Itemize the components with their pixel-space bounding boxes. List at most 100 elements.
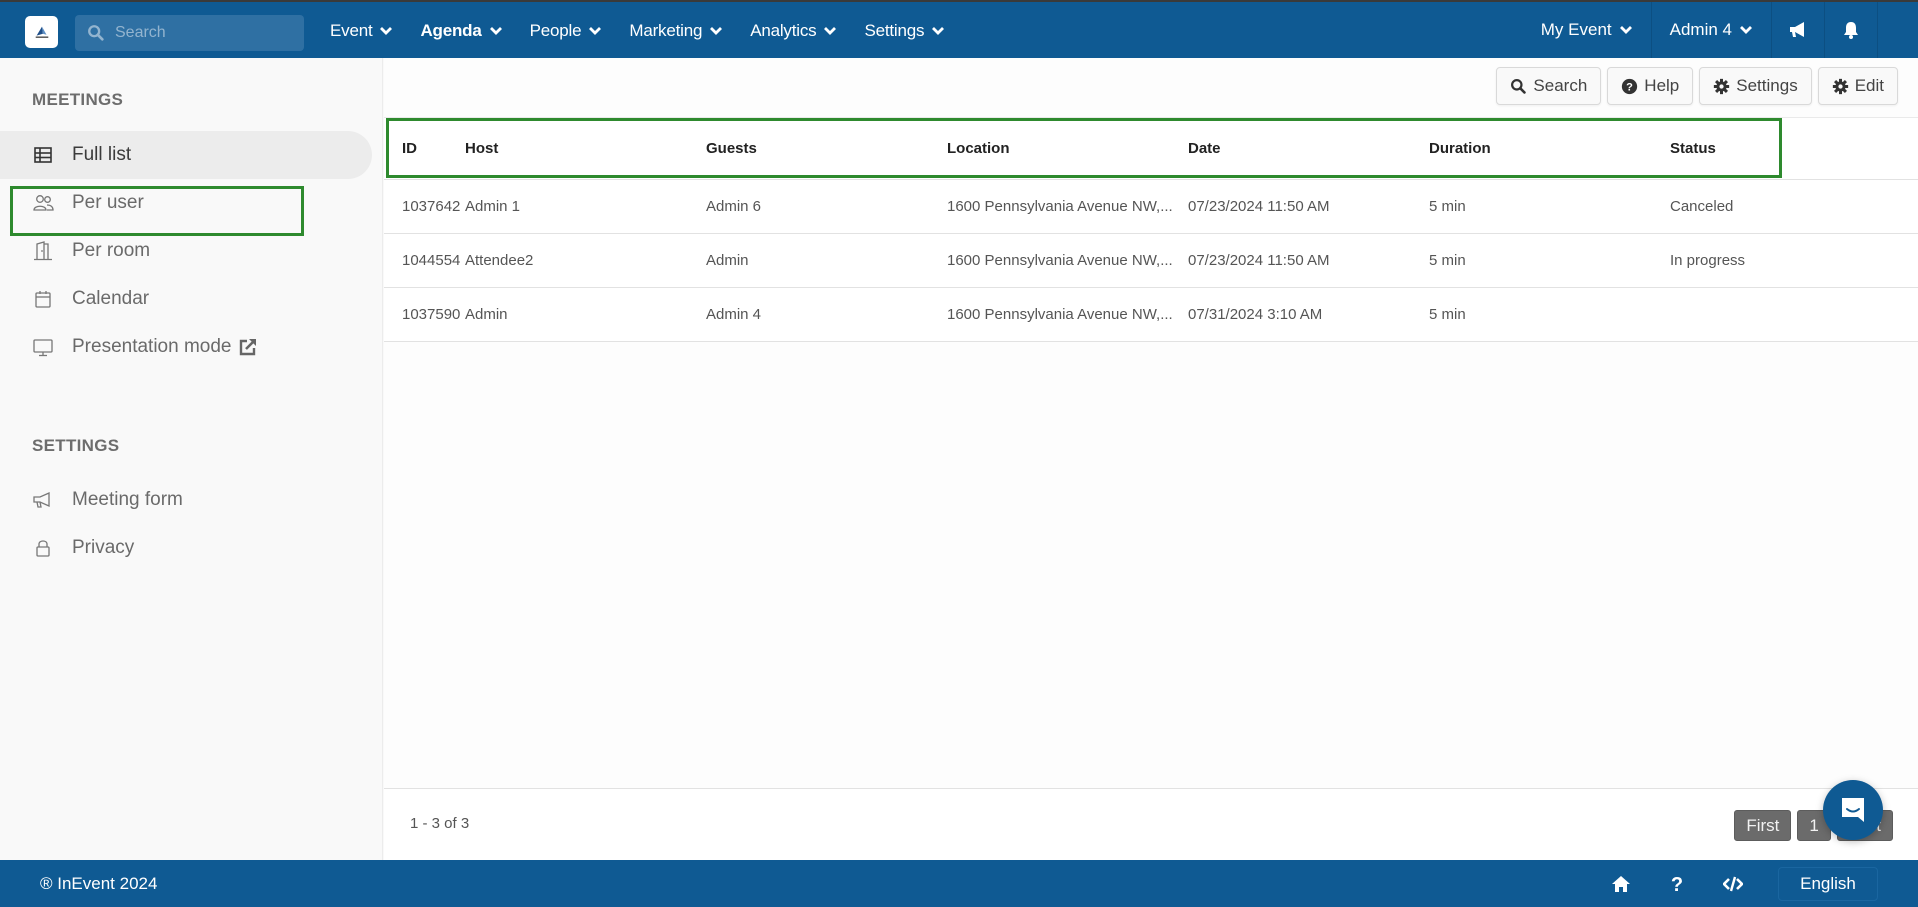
settings-button[interactable]: Settings <box>1699 67 1812 105</box>
sidebar-item-presentation-mode[interactable]: Presentation mode <box>0 323 372 371</box>
column-header-host[interactable]: Host <box>465 140 706 157</box>
sidebar-item-label: Full list <box>72 144 132 165</box>
users-icon <box>31 191 55 215</box>
sidebar-item-label: Per room <box>72 240 151 261</box>
search-button-label: Search <box>1533 76 1588 95</box>
sidebar-item-label: Meeting form <box>72 489 183 510</box>
table-header: ID Host Guests Location Date Duration St… <box>384 117 1918 180</box>
nav-right: My Event Admin 4 <box>1523 2 1918 58</box>
column-header-location[interactable]: Location <box>947 140 1188 157</box>
sidebar-item-label: Calendar <box>72 288 150 309</box>
user-menu[interactable]: Admin 4 <box>1650 2 1771 58</box>
sidebar-item-label: Per user <box>72 192 144 213</box>
help-button-label: Help <box>1644 76 1680 95</box>
nav-marketing[interactable]: Marketing <box>629 21 723 41</box>
sidebar-item-meeting-form[interactable]: Meeting form <box>0 476 372 524</box>
sidebar-item-privacy[interactable]: Privacy <box>0 524 372 572</box>
code-icon <box>1723 876 1743 891</box>
chevron-down-icon <box>932 27 945 35</box>
table-row[interactable]: 1037590 Admin Admin 4 1600 Pennsylvania … <box>384 288 1918 342</box>
cell-host: Admin 1 <box>465 198 521 215</box>
cell-status: Canceled <box>1670 198 1734 215</box>
cell-duration: 5 min <box>1429 252 1466 269</box>
results-count: 1 - 3 of 3 <box>410 815 470 832</box>
svg-text:?: ? <box>1671 874 1683 894</box>
cell-date: 07/23/2024 11:50 AM <box>1188 252 1330 269</box>
cell-id: 1037590 <box>402 306 461 323</box>
chevron-down-icon <box>1740 26 1752 34</box>
developer-button[interactable] <box>1723 874 1743 894</box>
cell-host: Attendee2 <box>465 252 534 269</box>
home-button[interactable] <box>1611 874 1631 894</box>
cell-location: 1600 Pennsylvania Avenue NW,... <box>947 252 1173 269</box>
search-icon <box>88 25 104 41</box>
chat-launcher-button[interactable] <box>1823 780 1883 840</box>
table-icon <box>31 143 55 167</box>
help-footer-button[interactable]: ? <box>1667 874 1687 894</box>
cell-location: 1600 Pennsylvania Avenue NW,... <box>947 198 1173 215</box>
column-header-status[interactable]: Status <box>1670 140 1870 157</box>
column-header-guests[interactable]: Guests <box>706 140 947 157</box>
app-logo[interactable] <box>25 16 58 48</box>
sidebar-item-per-user[interactable]: Per user <box>0 179 372 227</box>
column-header-date[interactable]: Date <box>1188 140 1429 157</box>
event-selector-label: My Event <box>1540 20 1612 39</box>
cell-duration: 5 min <box>1429 198 1466 215</box>
topbar-spacer <box>1877 2 1918 58</box>
cell-id: 1044554 <box>402 252 461 269</box>
edit-button[interactable]: Edit <box>1817 67 1898 105</box>
search-input[interactable] <box>115 24 295 42</box>
sidebar-item-label: Presentation mode <box>72 336 232 357</box>
megaphone-icon <box>31 488 55 512</box>
column-header-id[interactable]: ID <box>384 140 465 157</box>
main-content: Search ? Help Settings Edit ID Host Gues… <box>384 58 1918 860</box>
sidebar-item-full-list[interactable]: Full list <box>0 131 372 179</box>
chevron-down-icon <box>1619 26 1632 34</box>
nav-people[interactable]: People <box>530 21 603 41</box>
sidebar-item-per-room[interactable]: Per room <box>0 227 372 275</box>
meetings-table: ID Host Guests Location Date Duration St… <box>384 117 1918 342</box>
logo-icon <box>35 26 48 38</box>
help-button[interactable]: ? Help <box>1607 67 1694 105</box>
meetings-heading: MEETINGS <box>32 90 124 109</box>
nav-settings[interactable]: Settings <box>864 21 945 41</box>
footer-actions: ? English <box>1575 860 1878 907</box>
user-menu-label: Admin 4 <box>1669 20 1732 39</box>
nav-analytics[interactable]: Analytics <box>750 21 837 41</box>
cell-date: 07/23/2024 11:50 AM <box>1188 198 1330 215</box>
event-selector[interactable]: My Event <box>1523 2 1651 58</box>
sidebar: MEETINGS Full list Per user Per room Cal… <box>0 58 383 860</box>
global-search[interactable] <box>75 15 304 51</box>
sidebar-item-calendar[interactable]: Calendar <box>0 275 372 323</box>
search-button[interactable]: Search <box>1496 67 1602 105</box>
help-icon: ? <box>1671 874 1683 894</box>
megaphone-icon <box>1790 22 1804 37</box>
pagination-first-button[interactable]: First <box>1734 810 1792 841</box>
cell-date: 07/31/2024 3:10 AM <box>1188 306 1323 323</box>
cell-status: In progress <box>1670 252 1746 269</box>
svg-text:?: ? <box>1626 81 1633 93</box>
chevron-down-icon <box>489 27 502 35</box>
settings-button-label: Settings <box>1736 76 1798 95</box>
column-header-duration[interactable]: Duration <box>1429 140 1670 157</box>
gear-icon <box>1714 78 1730 94</box>
nav-people-label: People <box>529 21 582 40</box>
chat-icon <box>1842 798 1864 822</box>
cell-guests: Admin <box>706 252 749 269</box>
nav-agenda-label: Agenda <box>420 21 482 40</box>
copyright-text: ® InEvent 2024 <box>40 873 158 893</box>
chevron-down-icon <box>824 27 837 35</box>
table-row[interactable]: 1044554 Attendee2 Admin 1600 Pennsylvani… <box>384 234 1918 288</box>
top-navbar: Event Agenda People Marketing Analytics … <box>0 0 1918 58</box>
table-row[interactable]: 1037642 Admin 1 Admin 6 1600 Pennsylvani… <box>384 180 1918 234</box>
calendar-icon <box>31 287 55 311</box>
announcements-button[interactable] <box>1771 2 1824 58</box>
nav-settings-label: Settings <box>864 21 925 40</box>
nav-agenda[interactable]: Agenda <box>420 21 502 41</box>
home-icon <box>1612 875 1630 892</box>
cell-host: Admin <box>465 306 508 323</box>
lock-icon <box>31 536 55 560</box>
language-selector[interactable]: English <box>1778 866 1878 901</box>
notifications-button[interactable] <box>1824 2 1877 58</box>
nav-event[interactable]: Event <box>330 21 393 41</box>
